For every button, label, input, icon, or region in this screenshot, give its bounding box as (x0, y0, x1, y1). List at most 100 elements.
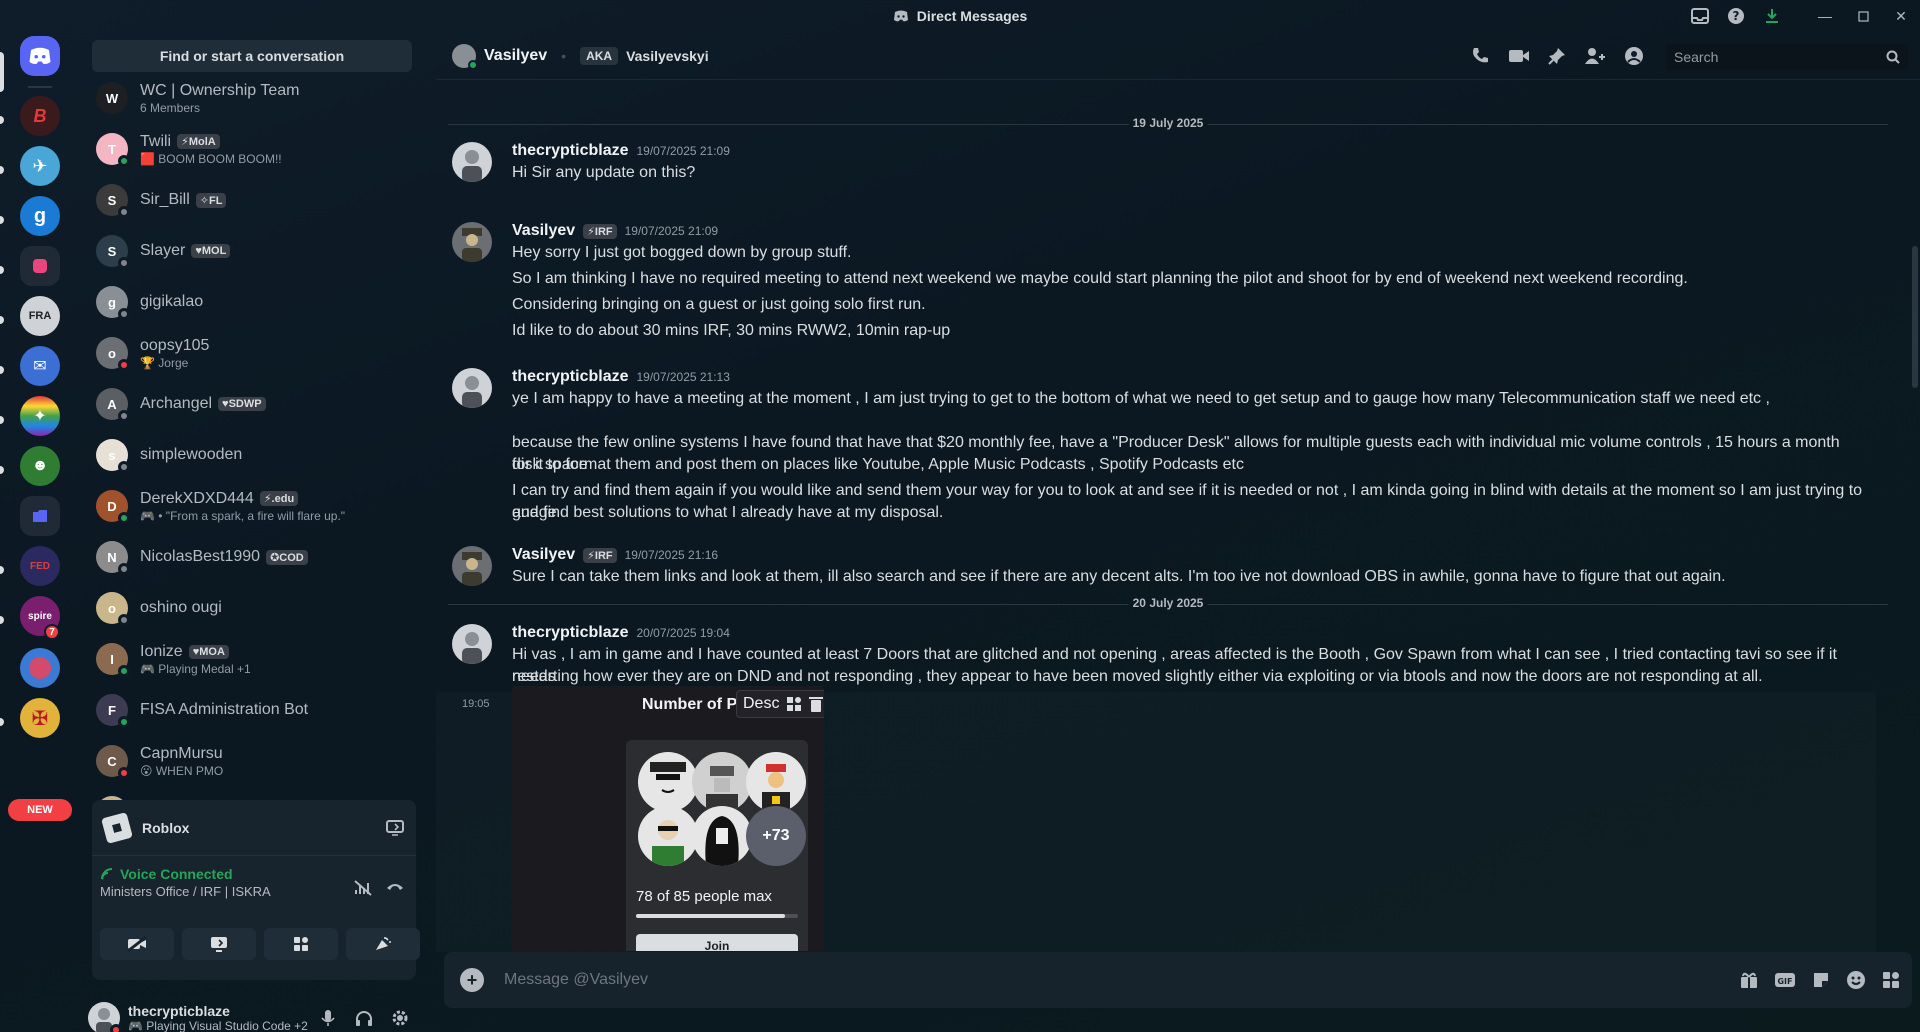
avatar-initial: o (108, 600, 116, 616)
home-button[interactable] (20, 36, 60, 76)
trash-icon[interactable] (809, 696, 824, 712)
avatar[interactable] (452, 142, 492, 182)
voice-channel[interactable]: Ministers Office / IRF | ISKRA (100, 884, 271, 899)
voice-connected-label[interactable]: Voice Connected (120, 866, 233, 882)
avatar-initial: A (107, 396, 117, 412)
dm-item[interactable]: o oshino ougi (88, 586, 412, 630)
gift-icon[interactable] (1740, 971, 1758, 989)
server-icon[interactable]: ✉ (20, 346, 60, 386)
clan-tag: ✪COD (266, 549, 308, 565)
message-list: 19 July 2025 thecrypticblaze 19/07/2025 2… (436, 80, 1920, 952)
avatar[interactable] (452, 368, 492, 408)
search-input[interactable]: Search (1666, 44, 1908, 70)
chat-area: Vasilyev • AKA Vasilyevskyi Search 19 Ju… (436, 32, 1920, 1032)
server-icon[interactable] (20, 648, 60, 688)
screen-share-icon[interactable] (386, 819, 404, 836)
user-info[interactable]: thecrypticblaze 🎮 Playing Visual Studio … (128, 1003, 308, 1032)
inbox-icon[interactable] (1682, 0, 1718, 32)
dm-item[interactable]: W WC | Ownership Team 6 Members (88, 76, 412, 120)
video-call-icon[interactable] (1508, 48, 1530, 64)
message-author[interactable]: thecrypticblaze (512, 368, 628, 386)
server-icon[interactable]: ☻ (20, 446, 60, 486)
activities-icon[interactable] (787, 697, 802, 711)
server-icon[interactable]: ✠ (20, 698, 60, 738)
message-author[interactable]: Vasilyev (512, 546, 575, 564)
server-icon[interactable]: g (20, 196, 60, 236)
soundboard-icon (376, 937, 391, 950)
camera-button[interactable] (100, 928, 174, 960)
server-folder[interactable] (20, 246, 60, 286)
soundboard-button[interactable] (346, 928, 420, 960)
avatar[interactable] (452, 546, 492, 586)
voice-call-icon[interactable] (1470, 46, 1490, 66)
dm-name-row: Archangel ♥SDWP (140, 395, 266, 413)
dm-item[interactable]: I Ionize ♥MOA 🎮 Playing Medal +1 (88, 637, 412, 681)
message-input[interactable]: Message @Vasilyev (504, 971, 648, 989)
dm-item[interactable]: A Archangel ♥SDWP (88, 382, 412, 426)
server-icon[interactable]: B (20, 96, 60, 136)
avatar[interactable] (452, 624, 492, 664)
emoji-icon[interactable] (1846, 970, 1866, 990)
message-author[interactable]: thecrypticblaze (512, 624, 628, 642)
dm-item[interactable]: WWaddle Boss (88, 790, 412, 800)
sticker-icon[interactable] (1812, 971, 1830, 989)
unread-pill (0, 616, 4, 624)
dm-item[interactable]: N NicolasBest1990 ✪COD (88, 535, 412, 579)
dm-item[interactable]: S Sir_Bill ✧FL (88, 178, 412, 222)
maximize-button[interactable] (1844, 0, 1882, 32)
unread-pill (0, 316, 4, 324)
dm-name-row: gigikalao (140, 293, 203, 311)
player-avatar (692, 752, 752, 812)
find-conversation-button[interactable]: Find or start a conversation (92, 40, 412, 72)
dm-item[interactable]: g gigikalao (88, 280, 412, 324)
recipient-name[interactable]: Vasilyev (484, 47, 547, 65)
settings-gear-icon[interactable] (384, 1002, 416, 1032)
server-icon[interactable]: ✈ (20, 146, 60, 186)
help-icon[interactable]: ? (1718, 0, 1754, 32)
date-divider-label: 19 July 2025 (1128, 116, 1208, 130)
pin-icon[interactable] (1548, 47, 1566, 65)
microphone-icon[interactable] (312, 1002, 344, 1032)
disconnect-icon[interactable] (386, 880, 404, 892)
join-button[interactable]: Join (636, 934, 798, 951)
unread-pill (0, 366, 4, 374)
message-author[interactable]: thecrypticblaze (512, 142, 628, 160)
noise-suppression-icon[interactable] (354, 880, 372, 896)
chat-scrollbar[interactable] (1912, 246, 1918, 388)
apps-icon[interactable] (1882, 971, 1900, 989)
server-icon[interactable]: FED (20, 546, 60, 586)
avatar[interactable] (452, 222, 492, 262)
dm-item[interactable]: S Slayer ♥MOL (88, 229, 412, 273)
server-icon[interactable]: ✦ (20, 396, 60, 436)
share-screen-button[interactable] (182, 928, 256, 960)
user-status: 🎮 Playing Visual Studio Code +2 (128, 1019, 308, 1032)
header-separator: • (561, 47, 567, 64)
dm-item[interactable]: F FISA Administration Bot (88, 688, 412, 732)
user-profile-icon[interactable] (1624, 46, 1644, 66)
dm-item[interactable]: s simplewooden (88, 433, 412, 477)
image-attachment[interactable]: Number of Players Desc +73 78 of 85 peop… (512, 686, 824, 951)
add-friends-icon[interactable] (1584, 47, 1606, 65)
signal-icon (100, 867, 116, 881)
dm-item[interactable]: D DerekXDXD444 ⚡.edu 🎮 • "From a spark, a f… (88, 484, 412, 528)
dm-name-row: FISA Administration Bot (140, 701, 308, 719)
download-icon[interactable] (1754, 0, 1790, 32)
date-divider: 20 July 2025 (448, 596, 1888, 610)
close-button[interactable]: ✕ (1882, 0, 1920, 32)
new-badge[interactable]: NEW (8, 799, 72, 821)
dm-item[interactable]: C CapnMursu 😮 WHEN PMO (88, 739, 412, 783)
attach-plus-icon[interactable]: + (460, 968, 484, 992)
minimize-button[interactable]: — (1806, 0, 1844, 32)
user-panel: thecrypticblaze 🎮 Playing Visual Studio … (88, 990, 420, 1032)
message-author[interactable]: Vasilyev (512, 222, 575, 240)
dm-item[interactable]: o oopsy105 🏆 Jorge (88, 331, 412, 375)
dm-item[interactable]: T Twili ⚡MolA 🟥 BOOM BOOM BOOM!! (88, 127, 412, 171)
gif-icon[interactable]: GIF (1774, 972, 1796, 988)
avatar[interactable] (88, 1002, 122, 1032)
headphones-icon[interactable] (348, 1002, 380, 1032)
activities-button[interactable] (264, 928, 338, 960)
server-icon[interactable]: FRA (20, 296, 60, 336)
activity-header[interactable]: Roblox (92, 800, 416, 856)
folder-icon[interactable] (20, 496, 60, 536)
recipient-avatar[interactable] (452, 43, 478, 70)
